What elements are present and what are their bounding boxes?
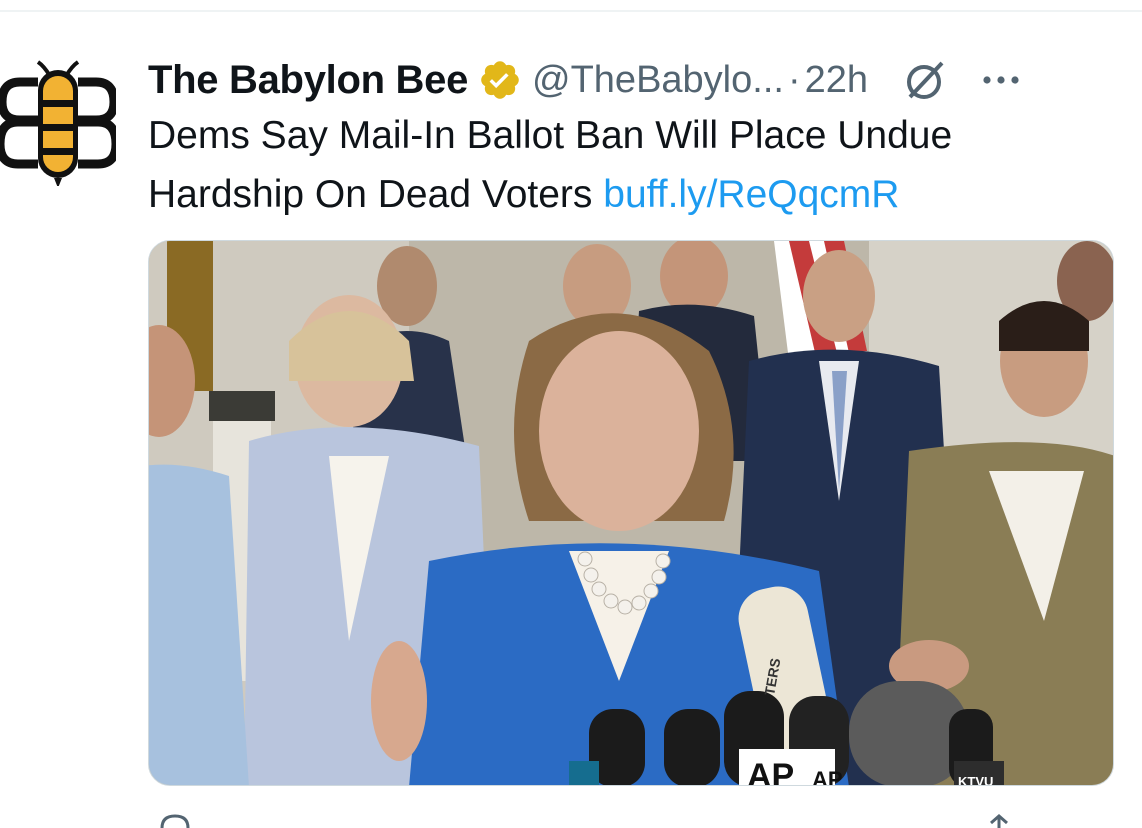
separator-dot: ·: [787, 58, 801, 101]
mic-label-ap-2: AP: [812, 767, 843, 786]
more-options-icon[interactable]: [978, 57, 1024, 103]
tweet[interactable]: The Babylon Bee @TheBabylo... · 22h Dems…: [0, 12, 1142, 828]
mic-label-ktvu: KTVU: [958, 774, 993, 786]
verified-badge-icon[interactable]: [478, 58, 522, 102]
mic-label-ap: AP: [747, 757, 794, 786]
tweet-header: The Babylon Bee @TheBabylo... · 22h: [148, 52, 1118, 108]
tweet-link[interactable]: buff.ly/ReQqcmR: [603, 173, 899, 216]
share-icon[interactable]: [984, 814, 1014, 828]
tweet-media-photo[interactable]: AP AP KTVU TERS: [148, 240, 1114, 786]
author-display-name[interactable]: The Babylon Bee: [148, 58, 468, 103]
tweet-action-bar: [148, 810, 1114, 828]
tweet-text: Dems Say Mail-In Ballot Ban Will Place U…: [148, 106, 1108, 224]
tweet-timestamp[interactable]: 22h: [805, 59, 868, 102]
author-handle[interactable]: @TheBabylo...: [532, 59, 784, 102]
press-conference-photo: AP AP KTVU TERS: [149, 241, 1113, 786]
grok-icon[interactable]: [900, 55, 950, 105]
reply-icon[interactable]: [160, 814, 190, 828]
babylon-bee-logo-avatar[interactable]: [0, 56, 116, 186]
